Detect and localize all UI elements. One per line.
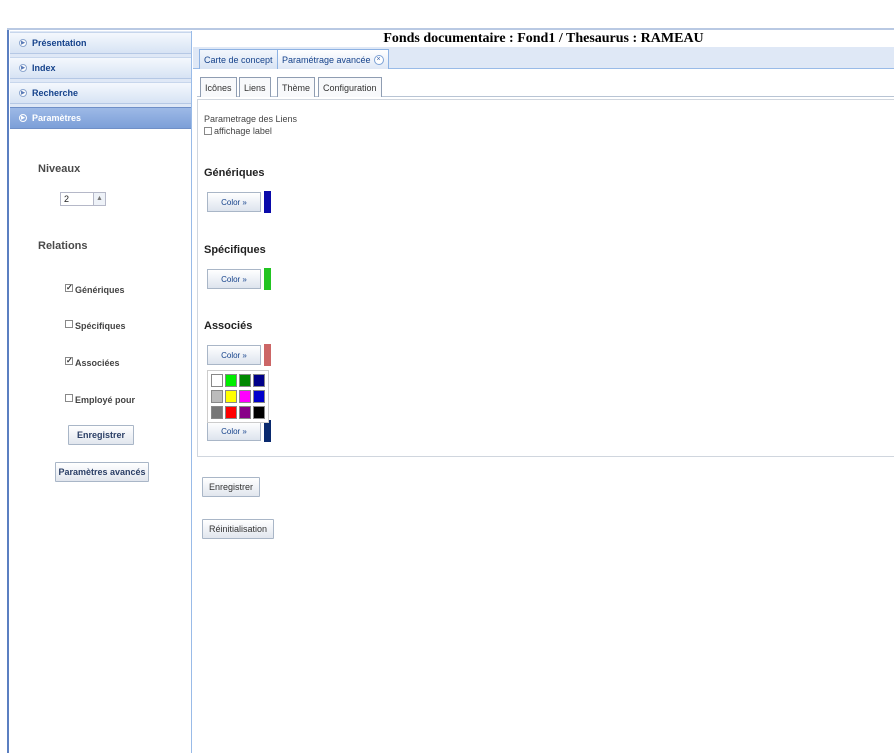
expand-icon: ▶ (19, 89, 27, 97)
palette-color-navy[interactable] (253, 374, 265, 387)
relation-employe-pour[interactable]: Employé pour (65, 394, 136, 405)
palette-color-yellow[interactable] (225, 390, 237, 403)
sidebar-item-index[interactable]: ▶ Index (10, 57, 191, 79)
liens-heading: Parametrage des Liens (204, 114, 298, 124)
section-title-specifiques: Spécifiques (204, 244, 266, 256)
color-button-specifiques[interactable]: Color » (207, 269, 261, 289)
tab-label: Thème (282, 82, 311, 93)
palette-color-magenta[interactable] (239, 390, 251, 403)
liens-settings-panel: Parametrage des Liens affichage label Gé… (197, 99, 894, 457)
tab-label: Configuration (323, 82, 377, 93)
sidebar-item-parametres[interactable]: ▶ Paramètres (10, 107, 191, 129)
tab-label: Paramétrage avancée (282, 54, 371, 65)
generiques-checkbox[interactable]: ✓ (65, 284, 73, 292)
sidebar-item-recherche[interactable]: ▶ Recherche (10, 82, 191, 104)
palette-color-lime[interactable] (225, 374, 237, 387)
palette-color-black[interactable] (253, 406, 265, 419)
window-left-border (7, 30, 9, 753)
tab-parametrage-avancee[interactable]: Paramétrage avancée × (277, 49, 389, 69)
sidebar-item-label: Paramètres (32, 113, 82, 123)
affichage-label-row[interactable]: affichage label (204, 126, 272, 136)
relation-generiques[interactable]: ✓ Génériques (65, 284, 125, 295)
sidebar: ▶ Présentation ▶ Index ▶ Recherche ▶ Par… (10, 31, 192, 753)
expand-icon: ▶ (19, 39, 27, 47)
affichage-label-checkbox[interactable] (204, 127, 212, 135)
color-button-generiques[interactable]: Color » (207, 192, 261, 212)
sidebar-item-label: Présentation (32, 38, 87, 48)
relation-label: Spécifiques (75, 321, 126, 331)
expand-icon: ▶ (19, 64, 27, 72)
niveaux-spinner[interactable]: 2 ▲ (60, 192, 106, 206)
advanced-params-button[interactable]: Paramètres avancés (55, 462, 149, 482)
tab-label: Liens (244, 82, 266, 93)
tab-configuration[interactable]: Configuration (318, 77, 382, 97)
subtab-bar: Icônes Liens Thème Configuration (197, 77, 894, 97)
color-button-associes[interactable]: Color » (207, 345, 261, 365)
tab-label: Carte de concept (204, 54, 273, 65)
associees-checkbox[interactable]: ✓ (65, 357, 73, 365)
niveaux-label: Niveaux (38, 163, 81, 175)
employe-pour-checkbox[interactable] (65, 394, 73, 402)
section-title-generiques: Génériques (204, 167, 265, 179)
close-icon[interactable]: × (373, 54, 384, 65)
expand-icon: ▶ (19, 114, 27, 122)
specifiques-checkbox[interactable] (65, 320, 73, 328)
relation-label: Génériques (75, 285, 125, 295)
tab-carte-de-concept[interactable]: Carte de concept (199, 49, 278, 69)
palette-color-red[interactable] (225, 406, 237, 419)
relation-specifiques[interactable]: Spécifiques (65, 320, 126, 331)
palette-color-green[interactable] (239, 374, 251, 387)
relation-associees[interactable]: ✓ Associées (65, 357, 120, 368)
parametres-panel: Niveaux 2 ▲ Relations ✓ Génériques Spéci… (10, 129, 191, 753)
tab-theme[interactable]: Thème (277, 77, 316, 97)
sidebar-item-label: Index (32, 63, 56, 73)
main-save-button[interactable]: Enregistrer (202, 477, 260, 497)
niveaux-value: 2 (64, 194, 70, 204)
palette-color-gray[interactable] (211, 406, 223, 419)
main-tabbar: Carte de concept Paramétrage avancée × (193, 47, 894, 69)
section-title-associes: Associés (204, 320, 253, 332)
color-swatch-hidden (264, 420, 271, 442)
spinner-arrows-icon[interactable]: ▲ (93, 193, 105, 205)
color-swatch-generiques (264, 191, 271, 213)
sidebar-item-presentation[interactable]: ▶ Présentation (10, 32, 191, 54)
palette-color-white[interactable] (211, 374, 223, 387)
relations-label: Relations (38, 240, 88, 252)
tab-label: Icônes (205, 82, 232, 93)
palette-color-silver[interactable] (211, 390, 223, 403)
reset-button[interactable]: Réinitialisation (202, 519, 274, 539)
color-swatch-specifiques (264, 268, 271, 290)
color-palette (207, 370, 269, 423)
color-swatch-associes (264, 344, 271, 366)
relation-label: Employé pour (75, 395, 136, 405)
palette-color-purple[interactable] (239, 406, 251, 419)
relation-label: Associées (75, 358, 120, 368)
window-top-border (7, 28, 894, 30)
color-button-hidden[interactable]: Color » (207, 421, 261, 441)
page-title: Fonds documentaire : Fond1 / Thesaurus :… (383, 31, 704, 46)
tab-liens[interactable]: Liens (239, 77, 271, 97)
sidebar-item-label: Recherche (32, 88, 79, 98)
tab-icones[interactable]: Icônes (200, 77, 237, 97)
affichage-label-text: affichage label (214, 126, 272, 136)
sidebar-save-button[interactable]: Enregistrer (68, 425, 134, 445)
palette-color-blue[interactable] (253, 390, 265, 403)
